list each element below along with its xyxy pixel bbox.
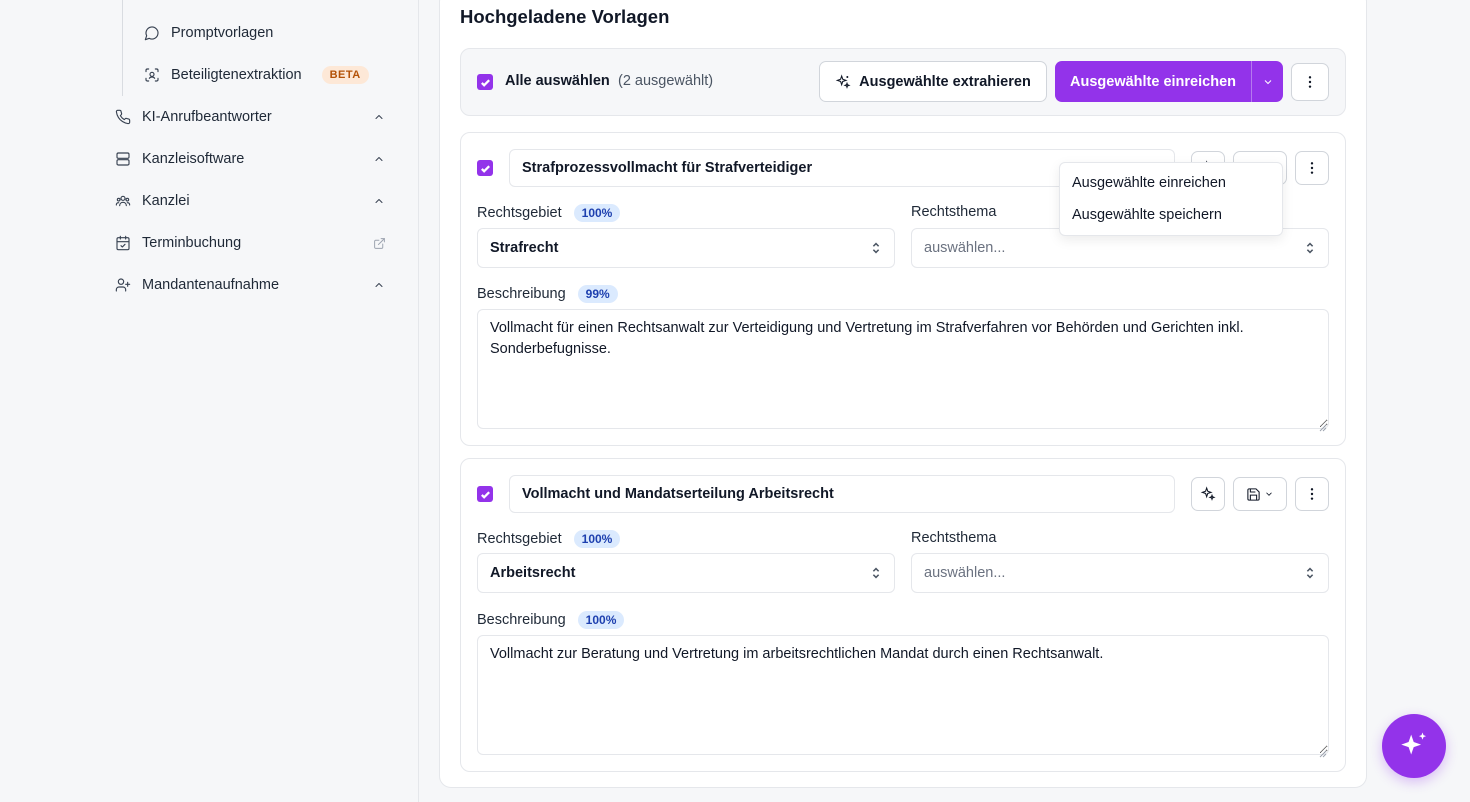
confidence-badge: 100% [573, 530, 621, 548]
tree-connector-line [122, 0, 123, 96]
confidence-badge: 100% [573, 204, 621, 222]
confidence-badge: 100% [577, 611, 625, 629]
description-label: Beschreibung 99% [477, 285, 618, 303]
submit-options-menu: Ausgewählte einreichen Ausgewählte speic… [1059, 162, 1283, 236]
sidebar-item-label: Beteiligtenextraktion [171, 67, 302, 83]
description-textarea[interactable]: Vollmacht zur Beratung und Vertretung im… [477, 635, 1329, 755]
chevron-down-icon [1264, 79, 1271, 84]
chevrons-up-down-icon [872, 567, 880, 579]
sidebar-item-label: Terminbuchung [142, 235, 242, 251]
check-icon [480, 164, 490, 173]
sidebar-item-beteiligtenextraktion[interactable]: Beteiligtenextraktion BETA [143, 61, 369, 89]
description-label-text: Beschreibung [477, 286, 566, 302]
check-icon [480, 78, 490, 87]
legal-area-value: Strafrecht [490, 240, 559, 256]
template-title-input[interactable]: Vollmacht und Mandatserteilung Arbeitsre… [509, 475, 1175, 513]
sparkles-icon [1401, 732, 1427, 755]
menu-item-submit-selected[interactable]: Ausgewählte einreichen [1060, 167, 1282, 199]
sidebar-item-label: Kanzleisoftware [142, 151, 245, 167]
legal-area-label-text: Rechtsgebiet [477, 531, 562, 547]
legal-area-select[interactable]: Strafrecht [477, 228, 895, 268]
sparkles-icon [835, 73, 851, 89]
sidebar: Promptvorlagen Beteiligtenextraktion BET… [0, 0, 419, 802]
chat-bubble-icon [143, 24, 161, 42]
more-vertical-icon [1308, 76, 1312, 88]
external-link-icon [372, 236, 386, 250]
sidebar-item-kanzleisoftware[interactable]: Kanzleisoftware [114, 145, 386, 173]
toolbar-more-button[interactable] [1291, 63, 1329, 101]
scan-face-icon [143, 66, 161, 84]
chevron-up-icon[interactable] [372, 110, 386, 124]
menu-item-save-selected[interactable]: Ausgewählte speichern [1060, 199, 1282, 231]
sparkles-icon [1200, 486, 1216, 501]
chevron-up-icon[interactable] [372, 152, 386, 166]
legal-topic-placeholder: auswählen... [924, 565, 1006, 581]
resize-handle[interactable] [1319, 745, 1327, 758]
chevron-up-icon[interactable] [372, 194, 386, 208]
description-label-text: Beschreibung [477, 612, 566, 628]
sidebar-item-label: Promptvorlagen [171, 25, 274, 41]
legal-topic-placeholder: auswählen... [924, 240, 1006, 256]
template-more-button[interactable] [1295, 477, 1329, 511]
sidebar-item-ki-anrufbeantworter[interactable]: KI-Anrufbeantworter [114, 103, 386, 131]
chevron-up-icon[interactable] [372, 278, 386, 292]
check-icon [480, 490, 490, 499]
more-vertical-icon [1310, 162, 1314, 174]
submit-selected-button[interactable]: Ausgewählte einreichen [1055, 61, 1251, 102]
beta-badge: BETA [321, 66, 369, 84]
extract-selected-label: Ausgewählte extrahieren [859, 73, 1031, 90]
template-more-button[interactable] [1295, 151, 1329, 185]
chevrons-up-down-icon [872, 242, 880, 254]
sidebar-item-terminbuchung[interactable]: Terminbuchung [114, 229, 386, 257]
legal-area-select[interactable]: Arbeitsrecht [477, 553, 895, 593]
confidence-badge: 99% [577, 285, 618, 303]
selected-count: (2 ausgewählt) [618, 73, 714, 89]
legal-area-value: Arbeitsrecht [490, 565, 576, 581]
user-plus-icon [114, 276, 132, 294]
template-select-checkbox[interactable] [477, 160, 493, 176]
chevrons-up-down-icon [1306, 567, 1314, 579]
description-label: Beschreibung 100% [477, 611, 625, 629]
chevrons-up-down-icon [1306, 242, 1314, 254]
legal-topic-select[interactable]: auswählen... [911, 553, 1329, 593]
submit-options-dropdown-button[interactable] [1251, 61, 1283, 102]
resize-handle[interactable] [1319, 419, 1327, 432]
legal-topic-label: Rechtsthema [911, 204, 997, 220]
more-vertical-icon [1310, 488, 1314, 500]
extract-template-button[interactable] [1191, 477, 1225, 511]
select-all-label[interactable]: Alle auswählen [505, 73, 610, 89]
sidebar-item-mandantenaufnahme[interactable]: Mandantenaufnahme [114, 271, 386, 299]
extract-selected-button[interactable]: Ausgewählte extrahieren [819, 61, 1047, 102]
calendar-check-icon [114, 234, 132, 252]
legal-area-label-text: Rechtsgebiet [477, 205, 562, 221]
phone-icon [114, 108, 132, 126]
legal-topic-label: Rechtsthema [911, 530, 997, 546]
sidebar-item-label: KI-Anrufbeantworter [142, 109, 272, 125]
legal-area-label: Rechtsgebiet 100% [477, 530, 621, 548]
legal-area-label: Rechtsgebiet 100% [477, 204, 621, 222]
template-select-checkbox[interactable] [477, 486, 493, 502]
sidebar-item-kanzlei[interactable]: Kanzlei [114, 187, 386, 215]
sidebar-item-promptvorlagen[interactable]: Promptvorlagen [143, 19, 273, 47]
description-textarea[interactable]: Vollmacht für einen Rechtsanwalt zur Ver… [477, 309, 1329, 429]
team-icon [114, 192, 132, 210]
ai-assistant-button[interactable] [1382, 714, 1446, 778]
chevron-down-icon [1266, 492, 1272, 496]
page-title: Hochgeladene Vorlagen [460, 6, 670, 27]
save-icon [1247, 487, 1260, 501]
select-all-checkbox[interactable] [477, 74, 493, 90]
sidebar-item-label: Kanzlei [142, 193, 190, 209]
save-template-button[interactable] [1233, 477, 1287, 511]
sidebar-item-label: Mandantenaufnahme [142, 277, 280, 293]
server-icon [114, 150, 132, 168]
